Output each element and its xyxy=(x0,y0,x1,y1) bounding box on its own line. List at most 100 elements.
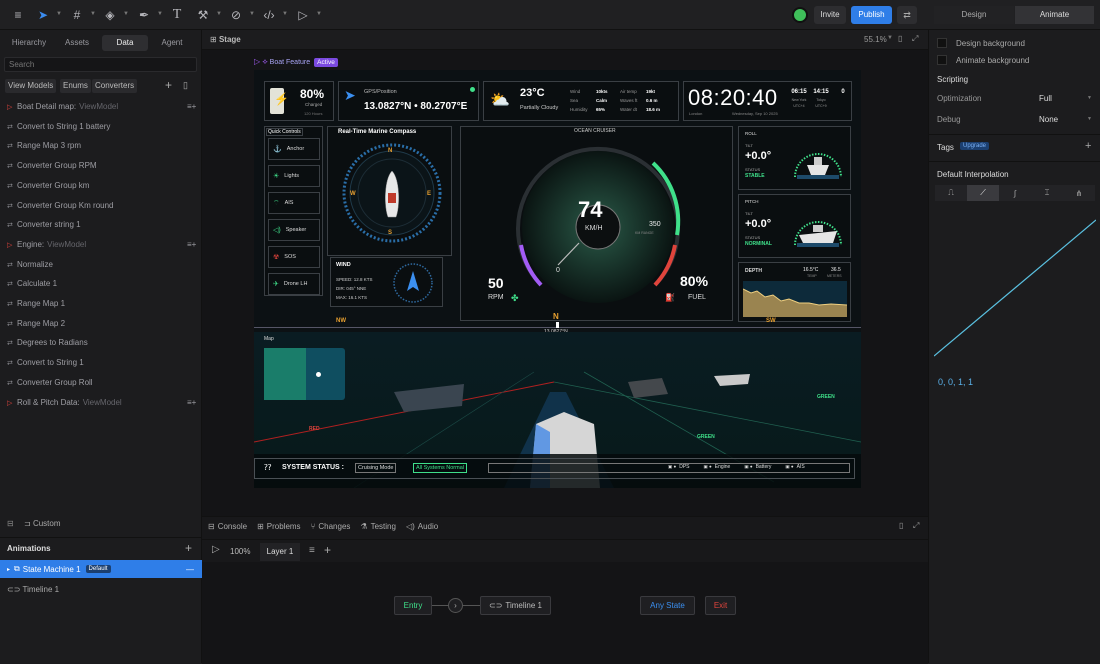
elastic-interp-icon[interactable]: ⋔ xyxy=(1063,189,1095,198)
expand-icon[interactable]: ⤢ xyxy=(913,521,919,531)
collapse-icon[interactable]: — xyxy=(186,565,194,574)
tab-assets[interactable]: Assets xyxy=(54,35,100,51)
text-tool-icon[interactable]: T xyxy=(170,8,184,22)
list-item[interactable]: ⇄ Converter string 1 xyxy=(7,219,81,231)
entry-node[interactable]: Entry xyxy=(394,596,432,615)
subtab-view-models[interactable]: View Models xyxy=(5,79,57,93)
artboard-canvas[interactable]: ⚡ 80% Charged 120 Hours ➤ GPS/Position 1… xyxy=(254,70,861,488)
design-bg-swatch[interactable] xyxy=(937,38,947,48)
stage-tab[interactable]: ⊞ Stage xyxy=(210,35,241,44)
publish-button[interactable]: Publish xyxy=(851,6,892,24)
pen-tool-icon[interactable]: ✒ xyxy=(137,8,151,22)
state-machine-row[interactable]: ▸ ⧉ State Machine 1 Default — xyxy=(0,560,202,578)
chevron-down-icon[interactable]: ▼ xyxy=(123,11,129,17)
mode-badge[interactable]: Cruising Mode xyxy=(355,463,397,473)
system-status-item[interactable]: ▣ ● Engine xyxy=(704,464,731,470)
tab-design[interactable]: Design xyxy=(934,6,1014,24)
transition-arrow-icon[interactable]: › xyxy=(448,598,463,613)
bottom-tab[interactable]: ⑂ Changes xyxy=(311,522,351,531)
code-icon[interactable]: ‹/› xyxy=(262,8,276,22)
quick-control-button[interactable]: ☢ SOS xyxy=(268,246,320,268)
chevron-down-icon[interactable]: ▼ xyxy=(1087,116,1092,122)
list-item[interactable]: ▷ Engine: ViewModel ≡+ xyxy=(7,239,196,251)
add-tag-icon[interactable]: + xyxy=(1085,140,1091,152)
add-icon[interactable]: + xyxy=(165,78,172,92)
list-item[interactable]: ⇄ Converter Group km xyxy=(7,180,89,192)
exit-node[interactable]: Exit xyxy=(705,596,736,615)
add-layer-icon[interactable]: + xyxy=(324,543,331,557)
linear-interp-icon[interactable]: ⟋ xyxy=(967,185,999,201)
system-status-item[interactable]: ▣ ● DPS xyxy=(668,464,690,470)
list-icon[interactable]: ≡ xyxy=(309,545,315,556)
tab-data[interactable]: Data xyxy=(102,35,148,51)
system-status-item[interactable]: ▣ ● AIS xyxy=(785,464,804,470)
quick-control-button[interactable]: ⚓ Anchor xyxy=(268,138,320,160)
list-item[interactable]: ▷ Roll & Pitch Data: ViewModel ≡+ xyxy=(7,397,196,409)
timeline-item[interactable]: ⊂⊃ Timeline 1 xyxy=(7,585,59,594)
add-property-icon[interactable]: ≡+ xyxy=(187,239,196,251)
chevron-down-icon[interactable]: ▼ xyxy=(216,11,222,17)
list-item[interactable]: ⇄ Degrees to Radians xyxy=(7,337,88,349)
panel-icon[interactable]: ▯ xyxy=(898,34,902,43)
any-state-node[interactable]: Any State xyxy=(640,596,695,615)
custom-label[interactable]: ⊐ Custom xyxy=(24,519,61,528)
shape-tool-icon[interactable]: ◈ xyxy=(103,8,117,22)
quick-control-button[interactable]: ☀ Lights xyxy=(268,165,320,187)
custom-interp-icon[interactable]: ⌶ xyxy=(1031,188,1063,198)
chevron-down-icon[interactable]: ▼ xyxy=(887,35,893,41)
interpolation-curve[interactable] xyxy=(934,218,1096,358)
bottom-tab[interactable]: ⚗ Testing xyxy=(360,522,396,531)
chevron-down-icon[interactable]: ▼ xyxy=(249,11,255,17)
list-item[interactable]: ⇄ Convert to String 1 battery xyxy=(7,121,110,133)
list-item[interactable]: ▷ Boat Detail map: ViewModel ≡+ xyxy=(7,101,196,113)
bone-tool-icon[interactable]: ⚒ xyxy=(196,8,210,22)
add-property-icon[interactable]: ≡+ xyxy=(187,397,196,409)
chevron-down-icon[interactable]: ▼ xyxy=(90,11,96,17)
systems-normal-badge[interactable]: All Systems Normal xyxy=(413,463,467,473)
mini-map[interactable] xyxy=(264,348,345,400)
play-icon[interactable]: ▷ xyxy=(296,8,310,22)
playback-zoom[interactable]: 100% xyxy=(230,547,250,556)
list-item[interactable]: ⇄ Range Map 3 rpm xyxy=(7,140,81,152)
tab-hierarchy[interactable]: Hierarchy xyxy=(4,35,54,51)
panel-icon[interactable]: ▯ xyxy=(899,521,903,530)
search-input[interactable] xyxy=(4,57,197,72)
add-animation-icon[interactable]: + xyxy=(185,541,192,555)
list-item[interactable]: ⇄ Converter Group RPM xyxy=(7,160,97,172)
quick-control-button[interactable]: ⌔ AIS xyxy=(268,192,320,214)
list-item[interactable]: ⇄ Convert to String 1 xyxy=(7,357,84,369)
state-graph[interactable]: Entry › ⊂⊃ Timeline 1 Any State Exit xyxy=(202,562,928,664)
list-item[interactable]: ⇄ Range Map 2 xyxy=(7,318,65,330)
play-icon[interactable]: ▷ xyxy=(212,544,220,555)
chevron-down-icon[interactable]: ▼ xyxy=(56,11,62,17)
subtab-enums[interactable]: Enums xyxy=(60,79,91,93)
quick-control-button[interactable]: ✈ Drone LH xyxy=(268,273,320,295)
animate-bg-swatch[interactable] xyxy=(937,55,947,65)
chevron-down-icon[interactable]: ▼ xyxy=(282,11,288,17)
artboard-label[interactable]: ▷ ⟡ Boat Feature Active xyxy=(254,57,338,67)
subtab-converters[interactable]: Converters xyxy=(92,79,138,93)
chevron-down-icon[interactable]: ▼ xyxy=(157,11,163,17)
debug-select[interactable]: None xyxy=(1039,115,1058,124)
bottom-tab[interactable]: ◁) Audio xyxy=(406,522,438,531)
list-item[interactable]: ⇄ Converter Group Roll xyxy=(7,377,93,389)
select-tool-icon[interactable]: ➤ xyxy=(36,8,50,22)
quick-control-button[interactable]: ◁) Speaker xyxy=(268,219,320,241)
bottom-tab[interactable]: ⊟ Console xyxy=(208,522,247,531)
invite-button[interactable]: Invite xyxy=(814,6,846,24)
list-item[interactable]: ⇄ Normalize xyxy=(7,259,53,271)
timeline-node[interactable]: ⊂⊃ Timeline 1 xyxy=(480,596,551,615)
chevron-down-icon[interactable]: ▼ xyxy=(1087,95,1092,101)
upgrade-badge[interactable]: Upgrade xyxy=(960,142,990,150)
expand-icon[interactable]: ⤢ xyxy=(912,34,918,44)
constraint-tool-icon[interactable]: ⊘ xyxy=(229,8,243,22)
tab-animate[interactable]: Animate xyxy=(1015,6,1094,24)
tab-agent[interactable]: Agent xyxy=(150,35,194,51)
tab-layer-1[interactable]: Layer 1 xyxy=(260,543,300,561)
bottom-tab[interactable]: ⊞ Problems xyxy=(257,522,301,531)
zoom-level[interactable]: 55.1% xyxy=(864,35,887,44)
chevron-down-icon[interactable]: ▼ xyxy=(316,11,322,17)
frame-tool-icon[interactable]: # xyxy=(70,8,84,22)
swap-icon[interactable]: ⇄ xyxy=(897,6,917,24)
user-avatar[interactable] xyxy=(792,7,808,23)
